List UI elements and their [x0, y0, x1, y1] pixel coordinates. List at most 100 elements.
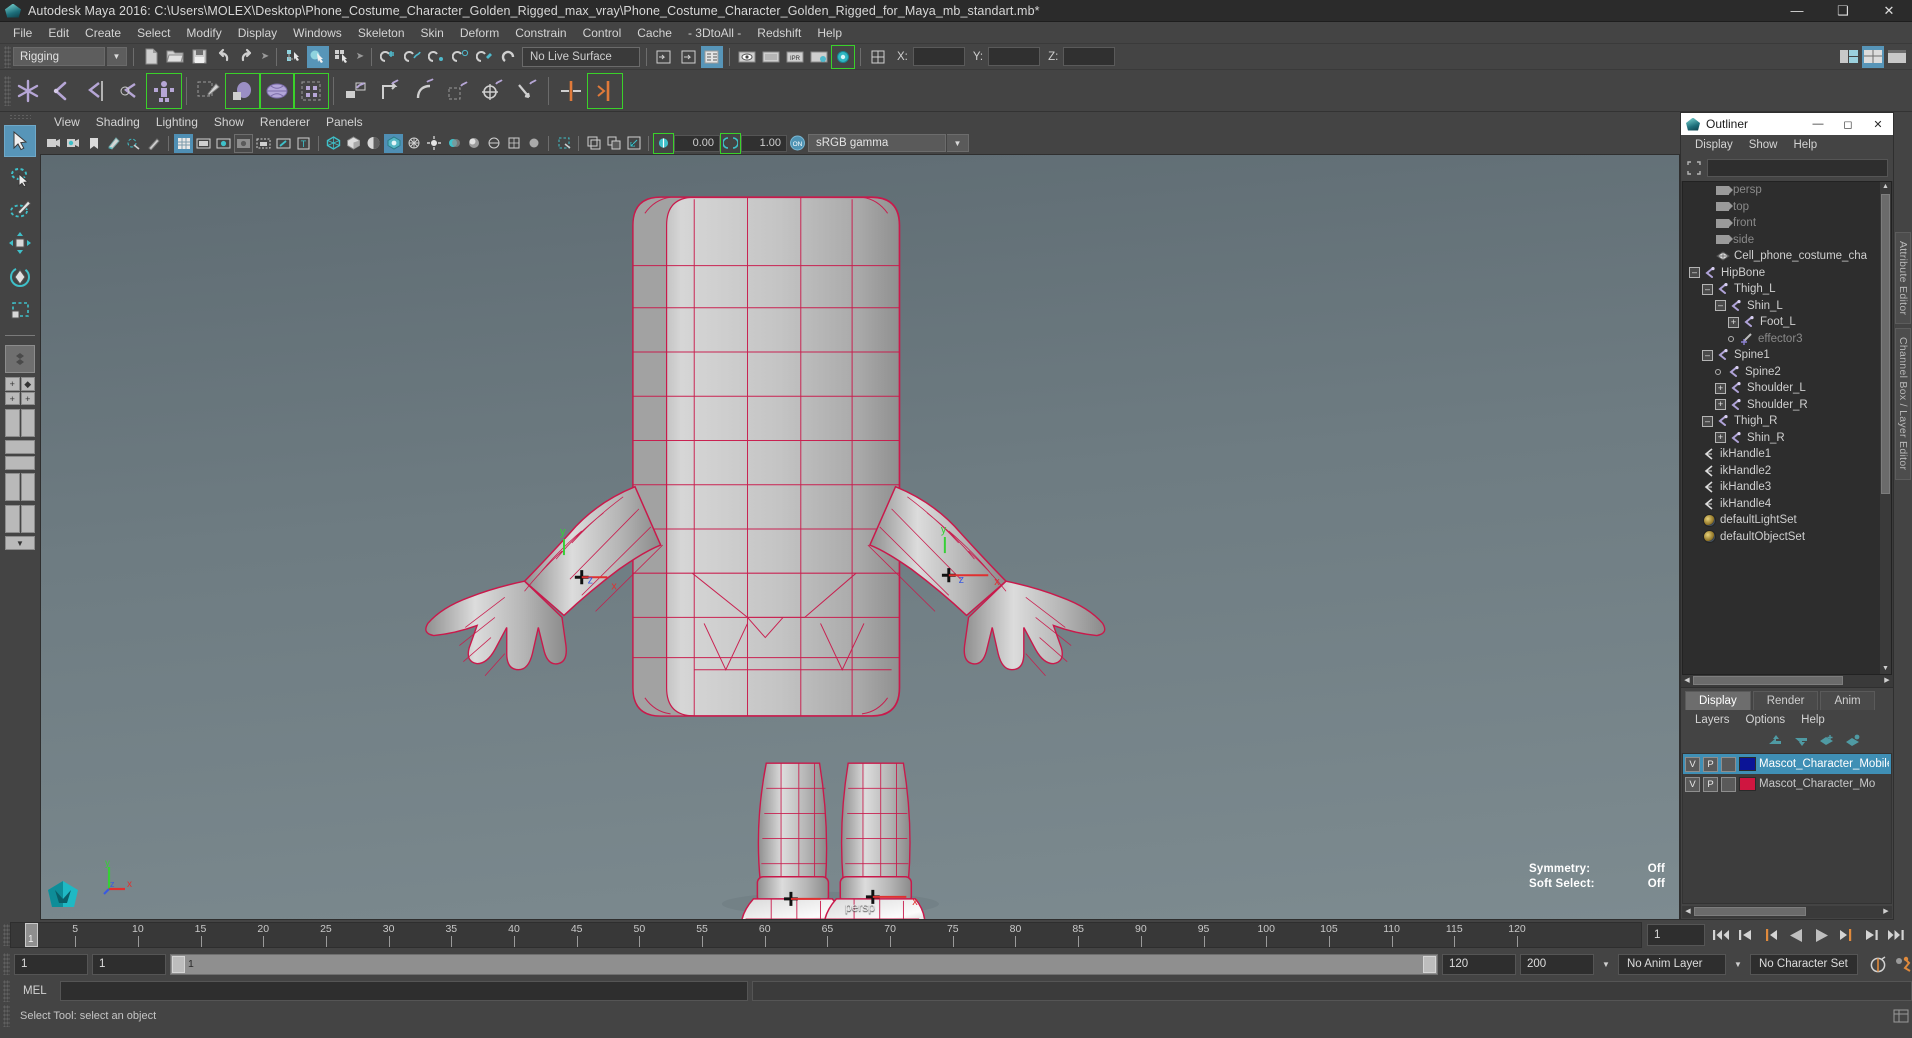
- step-forward-keyframe-button[interactable]: [1861, 925, 1881, 945]
- menu-item-redshift[interactable]: Redshift: [749, 24, 809, 42]
- new-layer-from-selected-icon[interactable]: [1845, 734, 1861, 747]
- joint-tool-icon[interactable]: [11, 74, 45, 108]
- outliner-item[interactable]: defaultObjectSet: [1683, 529, 1891, 546]
- toggle-panel-layout-icon[interactable]: [867, 46, 889, 68]
- layout-cell[interactable]: +: [5, 377, 20, 391]
- color-profile-chevron-down-icon[interactable]: ▼: [947, 134, 969, 152]
- range-end-field[interactable]: 200: [1520, 953, 1594, 975]
- mirror-joint-icon[interactable]: [554, 74, 588, 108]
- range-right-handle[interactable]: [1423, 955, 1436, 973]
- film-gate-icon[interactable]: [194, 134, 213, 153]
- selection-filter-icon[interactable]: [1686, 160, 1702, 176]
- layout-more-icon[interactable]: ▼: [5, 536, 35, 550]
- point-constraint-icon[interactable]: [373, 74, 407, 108]
- ipr-render-icon[interactable]: IPR: [784, 46, 806, 68]
- menu-item-modify[interactable]: Modify: [178, 24, 229, 42]
- scale-constraint-icon[interactable]: [441, 74, 475, 108]
- open-tool-settings-icon[interactable]: [677, 46, 699, 68]
- outliner-item[interactable]: front: [1683, 215, 1891, 232]
- outliner-maximize-button[interactable]: ◻: [1833, 113, 1863, 135]
- render-settings-icon[interactable]: [808, 46, 830, 68]
- orient-constraint-icon[interactable]: [407, 74, 441, 108]
- bind-skin-icon[interactable]: [225, 72, 261, 109]
- 2d-pan-zoom-icon[interactable]: [124, 134, 143, 153]
- depth-of-field-icon[interactable]: [524, 134, 543, 153]
- snap-to-point-icon[interactable]: [426, 46, 448, 68]
- outliner-item[interactable]: – Thigh_L: [1683, 281, 1891, 298]
- layout-cell[interactable]: [20, 409, 35, 437]
- command-line-input[interactable]: [59, 981, 748, 1001]
- collapse-toggle-icon[interactable]: –: [1715, 300, 1726, 312]
- menu-item-cache[interactable]: Cache: [629, 24, 680, 42]
- coordinate-x-input[interactable]: [912, 47, 965, 66]
- outliner-scroll-thumb[interactable]: [1881, 194, 1890, 494]
- viewport-menu-view[interactable]: View: [46, 114, 88, 130]
- layout-cell[interactable]: [20, 505, 35, 533]
- bookmark-icon[interactable]: [84, 134, 103, 153]
- help-line-corner-icon[interactable]: [1890, 1006, 1912, 1026]
- outliner-item[interactable]: top: [1683, 199, 1891, 216]
- menu-item-help[interactable]: Help: [809, 24, 850, 42]
- wireframe-shading-icon[interactable]: [324, 134, 343, 153]
- toolbar-overflow-icon[interactable]: ➤: [355, 46, 365, 68]
- scroll-left-icon[interactable]: ◀: [1683, 907, 1693, 916]
- rotate-tool-icon[interactable]: [4, 261, 36, 293]
- snap-to-magnet-icon[interactable]: [498, 46, 520, 68]
- outliner-close-button[interactable]: ✕: [1863, 113, 1893, 135]
- toolbar-overflow-icon[interactable]: ➤: [260, 46, 270, 68]
- exposure-icon[interactable]: [653, 132, 674, 154]
- multisample-aa-icon[interactable]: [504, 134, 523, 153]
- smooth-bind-icon[interactable]: [259, 72, 295, 109]
- display-layers-icon[interactable]: [584, 134, 603, 153]
- select-tool-icon[interactable]: [4, 125, 36, 157]
- gamma-icon[interactable]: [720, 132, 741, 154]
- layer-editor-tab-display[interactable]: Display: [1685, 691, 1751, 710]
- menu-set-selector[interactable]: Rigging: [13, 47, 105, 66]
- time-slider-grip[interactable]: [3, 924, 10, 946]
- new-scene-icon[interactable]: [140, 46, 162, 68]
- outliner-vertical-scrollbar[interactable]: ▲ ▼: [1880, 182, 1891, 674]
- anim-layer-selector[interactable]: No Anim Layer: [1618, 953, 1726, 975]
- step-back-frame-button[interactable]: [1761, 925, 1781, 945]
- animation-preferences-icon[interactable]: [1892, 954, 1912, 974]
- minimize-button[interactable]: —: [1774, 0, 1820, 21]
- resolution-gate-icon[interactable]: [214, 134, 233, 153]
- scroll-left-icon[interactable]: ◀: [1682, 676, 1692, 685]
- live-surface-field[interactable]: No Live Surface: [522, 46, 640, 67]
- script-language-label[interactable]: MEL: [14, 985, 56, 997]
- layer-display-type-toggle[interactable]: [1721, 776, 1736, 792]
- outliner-item[interactable]: – Thigh_R: [1683, 413, 1891, 430]
- screen-space-ao-icon[interactable]: [464, 134, 483, 153]
- outliner-menu-display[interactable]: Display: [1687, 138, 1741, 152]
- layer-hscroll-thumb[interactable]: [1694, 907, 1806, 916]
- motion-blur-icon[interactable]: [484, 134, 503, 153]
- move-tool-icon[interactable]: [4, 227, 36, 259]
- statusline-grip[interactable]: [4, 45, 11, 68]
- playback-end-field[interactable]: 120: [1442, 953, 1516, 975]
- menu-set-chevron-down-icon[interactable]: ▼: [107, 47, 127, 66]
- paint-select-tool-icon[interactable]: [4, 193, 36, 225]
- layer-display-type-toggle[interactable]: [1721, 756, 1736, 772]
- outliner-item[interactable]: + Shoulder_R: [1683, 397, 1891, 414]
- outliner-item[interactable]: – HipBone: [1683, 265, 1891, 282]
- layout-cell[interactable]: +: [20, 392, 35, 405]
- outliner-horizontal-scrollbar[interactable]: ◀ ▶: [1681, 675, 1893, 687]
- outliner-menu-help[interactable]: Help: [1786, 138, 1826, 152]
- render-current-frame-icon[interactable]: [736, 46, 758, 68]
- coordinate-z-input[interactable]: [1063, 47, 1116, 66]
- expand-toggle-icon[interactable]: +: [1715, 382, 1726, 394]
- menu-item-skeleton[interactable]: Skeleton: [350, 24, 413, 42]
- layer-menu-layers[interactable]: Layers: [1687, 713, 1738, 727]
- scroll-up-icon[interactable]: ▲: [1881, 182, 1890, 191]
- layout-four-view-icon[interactable]: + ◆ + +: [5, 377, 35, 405]
- redo-icon[interactable]: [236, 46, 258, 68]
- rail-channel-box-layer-editor[interactable]: Channel Box / Layer Editor: [1895, 328, 1911, 480]
- 3d-viewport[interactable]: x y z x y z x y x z Symmetry: Off Soft S…: [40, 154, 1680, 920]
- color-management-toggle-icon[interactable]: ON: [788, 134, 807, 153]
- outliner-menu-show[interactable]: Show: [1741, 138, 1786, 152]
- collapse-toggle-icon[interactable]: –: [1702, 349, 1713, 361]
- shelf-grip[interactable]: [4, 75, 11, 106]
- ik-handle-tool-icon[interactable]: [45, 74, 79, 108]
- snap-to-grid-icon[interactable]: [378, 46, 400, 68]
- outliner-item[interactable]: ikHandle1: [1683, 446, 1891, 463]
